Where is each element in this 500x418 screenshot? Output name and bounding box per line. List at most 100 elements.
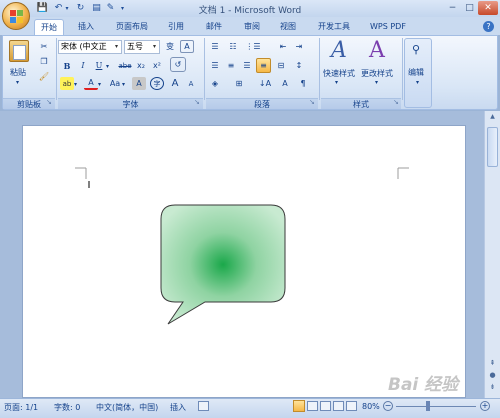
quick-styles-dropdown-icon[interactable]: ▾: [335, 79, 338, 86]
document-page[interactable]: [22, 125, 466, 398]
strikethrough-button[interactable]: abe: [118, 59, 132, 72]
scroll-up-icon[interactable]: ▲: [487, 113, 498, 123]
styles-launcher-icon[interactable]: ↘: [393, 99, 401, 107]
underline-dropdown-icon[interactable]: ▾: [106, 63, 109, 70]
copy-icon[interactable]: ❐: [37, 55, 51, 68]
vertical-scrollbar[interactable]: ▲ ⇞ ● ⇟: [484, 111, 500, 398]
font-name-combo[interactable]: 宋体 (中文正: [58, 40, 122, 54]
change-case-button[interactable]: Aa: [108, 77, 122, 90]
bold-button[interactable]: B: [60, 59, 74, 72]
font-launcher-icon[interactable]: ↘: [194, 99, 202, 107]
enclose-char-icon[interactable]: 字: [150, 77, 164, 90]
paragraph-group: ☰ ☷ ⋮☰ ⇤ ⇥ ☰ ≡ ☰ ≡ ⊟ ↕ ◈ ⊞ ↓A A ¶ 段落 ↘: [206, 36, 318, 109]
change-styles-dropdown-icon[interactable]: ▾: [375, 79, 378, 86]
increase-indent-icon[interactable]: ⇥: [292, 40, 306, 53]
pinyin-guide-icon[interactable]: 变: [163, 40, 177, 53]
help-icon[interactable]: ?: [483, 21, 494, 32]
shrink-font-icon[interactable]: A: [184, 77, 198, 90]
cut-icon[interactable]: ✂: [37, 40, 51, 53]
tab-wps-pdf[interactable]: WPS PDF: [364, 19, 412, 35]
text-highlight-icon[interactable]: ab: [60, 77, 74, 90]
watermark: Bai 经验: [388, 375, 459, 395]
full-screen-view-icon[interactable]: [307, 401, 318, 411]
align-right-icon[interactable]: ☰: [240, 59, 254, 72]
paste-button[interactable]: 粘贴: [10, 67, 26, 78]
font-color-dropdown-icon[interactable]: ▾: [98, 81, 101, 88]
numbering-icon[interactable]: ☷: [226, 40, 240, 53]
change-styles-icon[interactable]: A: [369, 38, 385, 63]
borders-icon[interactable]: ⊞: [232, 77, 246, 90]
font-color-icon[interactable]: A: [84, 77, 98, 90]
italic-button[interactable]: I: [76, 59, 90, 72]
editing-button: 编辑: [408, 68, 424, 77]
office-button[interactable]: [2, 2, 30, 30]
justify-icon[interactable]: ≡: [256, 58, 271, 73]
align-left-icon[interactable]: ☰: [208, 59, 222, 72]
format-painter-icon[interactable]: 🖌: [37, 70, 51, 83]
maximize-button[interactable]: □: [461, 1, 478, 15]
close-button[interactable]: ✕: [478, 1, 498, 15]
multilevel-list-icon[interactable]: ⋮☰: [245, 40, 260, 53]
web-layout-view-icon[interactable]: [320, 401, 331, 411]
clear-formatting-icon[interactable]: ↺: [170, 57, 186, 72]
char-border-icon[interactable]: A: [180, 40, 194, 53]
grow-font-icon[interactable]: A: [168, 77, 182, 90]
zoom-slider-track[interactable]: [396, 406, 476, 407]
superscript-button[interactable]: x²: [150, 59, 164, 72]
binoculars-icon: ⚲: [412, 43, 421, 56]
select-browse-object-icon[interactable]: ●: [487, 371, 498, 381]
align-center-icon[interactable]: ≡: [224, 59, 238, 72]
tab-view[interactable]: 视图: [274, 19, 302, 35]
paste-dropdown-icon[interactable]: ▾: [16, 79, 19, 86]
clipboard-launcher-icon[interactable]: ↘: [46, 99, 54, 107]
chinese-layout-icon[interactable]: A: [278, 77, 292, 90]
status-insert-mode[interactable]: 插入: [170, 402, 186, 413]
tab-mailings[interactable]: 邮件: [200, 19, 228, 35]
prev-page-icon[interactable]: ⇞: [487, 359, 498, 369]
draft-view-icon[interactable]: [346, 401, 357, 411]
minimize-button[interactable]: −: [444, 1, 461, 15]
status-page[interactable]: 页面: 1/1: [4, 402, 38, 413]
sort-icon[interactable]: ↓A: [258, 77, 272, 90]
decrease-indent-icon[interactable]: ⇤: [276, 40, 290, 53]
speech-bubble-shape[interactable]: [160, 204, 286, 325]
tab-references[interactable]: 引用: [162, 19, 190, 35]
editing-group[interactable]: ⚲ 编辑 ▾: [404, 38, 432, 108]
show-marks-icon[interactable]: ¶: [296, 77, 310, 90]
zoom-in-icon[interactable]: +: [480, 401, 490, 411]
styles-group: A 快速样式 ▾ A 更改样式 ▾ 样式 ↘: [321, 36, 401, 109]
line-spacing-icon[interactable]: ↕: [292, 59, 306, 72]
font-name-dropdown-icon[interactable]: ▾: [115, 43, 118, 50]
status-language[interactable]: 中文(简体，中国): [96, 402, 158, 413]
underline-button[interactable]: U: [92, 59, 106, 72]
scroll-thumb[interactable]: [487, 127, 498, 167]
outline-view-icon[interactable]: [333, 401, 344, 411]
subscript-button[interactable]: x₂: [134, 59, 148, 72]
next-page-icon[interactable]: ⇟: [487, 383, 498, 393]
bullets-icon[interactable]: ☰: [208, 40, 222, 53]
paragraph-launcher-icon[interactable]: ↘: [309, 99, 317, 107]
print-layout-view-icon[interactable]: [293, 400, 305, 412]
tab-review[interactable]: 审阅: [238, 19, 266, 35]
zoom-level[interactable]: 80%: [362, 402, 380, 411]
status-word-count[interactable]: 字数: 0: [54, 402, 80, 413]
shading-icon[interactable]: ◈: [208, 77, 222, 90]
zoom-slider-thumb[interactable]: [426, 401, 430, 411]
font-name-value: 宋体 (中文正: [61, 42, 107, 51]
tab-insert[interactable]: 插入: [72, 19, 100, 35]
font-size-dropdown-icon[interactable]: ▾: [153, 43, 156, 50]
change-case-dropdown-icon[interactable]: ▾: [122, 81, 125, 88]
tab-home[interactable]: 开始: [34, 19, 64, 35]
zoom-out-icon[interactable]: −: [383, 401, 393, 411]
char-shading-icon[interactable]: A: [132, 77, 146, 90]
change-styles-button[interactable]: 更改样式: [361, 68, 393, 79]
highlight-dropdown-icon[interactable]: ▾: [74, 81, 77, 88]
tab-developer[interactable]: 开发工具: [312, 19, 356, 35]
font-group: 宋体 (中文正 ▾ 五号 ▾ 变 A B I U ▾ abe x₂ x² ↺ a…: [58, 36, 203, 109]
distributed-icon[interactable]: ⊟: [274, 59, 288, 72]
paragraph-group-label: 段落: [206, 98, 318, 109]
tab-page-layout[interactable]: 页面布局: [110, 19, 154, 35]
quick-styles-icon[interactable]: A: [331, 38, 347, 63]
macro-record-icon[interactable]: [198, 401, 209, 411]
quick-styles-button[interactable]: 快速样式: [323, 68, 355, 79]
